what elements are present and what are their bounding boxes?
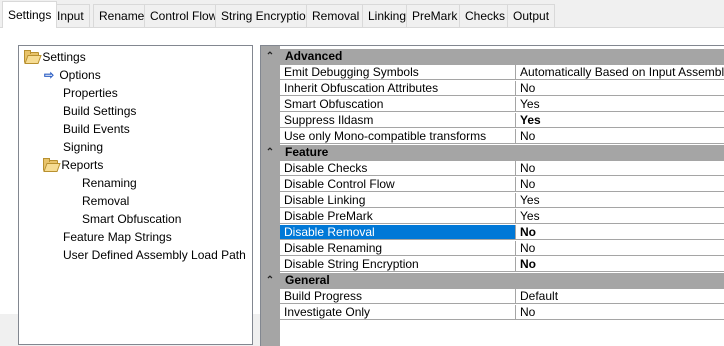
tree-item-settings[interactable]: Settings [24, 48, 86, 66]
tree-item-renaming[interactable]: Renaming [82, 174, 137, 192]
tab-output[interactable]: Output [507, 4, 556, 27]
settings-tree[interactable]: Settings ⇨ Options Properties Build Sett… [18, 45, 253, 345]
property-value[interactable]: Yes [516, 97, 724, 112]
tab-premark[interactable]: PreMark [406, 4, 464, 27]
property-name[interactable]: Disable Checks [280, 161, 516, 176]
property-value[interactable]: No [516, 177, 724, 192]
property-name[interactable]: Smart Obfuscation [280, 97, 516, 112]
collapse-chevron-icon[interactable]: ⌃ [264, 145, 276, 160]
tree-item-label: Options [59, 68, 101, 82]
category-label: Advanced [285, 49, 343, 63]
property-row[interactable]: Use only Mono-compatible transforms No [261, 129, 724, 145]
tab-rename[interactable]: Rename [93, 4, 151, 27]
property-value[interactable]: Default [516, 289, 724, 304]
property-name[interactable]: Inherit Obfuscation Attributes [280, 81, 516, 96]
property-row[interactable]: Disable Checks No [261, 161, 724, 177]
folder-open-icon [24, 50, 42, 64]
property-grid[interactable]: ⌃ Advanced Emit Debugging Symbols Automa… [260, 45, 724, 346]
tab-string-encryption[interactable]: String Encryption [215, 4, 319, 27]
property-name[interactable]: Emit Debugging Symbols [280, 65, 516, 80]
property-value[interactable]: Automatically Based on Input Assemblies [516, 65, 724, 80]
property-value[interactable]: No [516, 305, 724, 320]
property-value[interactable]: No [516, 161, 724, 176]
property-row[interactable]: Build Progress Default [261, 289, 724, 305]
property-row[interactable]: Investigate Only No [261, 305, 724, 321]
property-row-selected[interactable]: Disable Removal No [261, 225, 724, 241]
property-value[interactable]: No [516, 257, 724, 272]
property-name[interactable]: Build Progress [280, 289, 516, 304]
tree-item-label: Settings [42, 50, 86, 64]
property-value[interactable]: No [516, 225, 724, 240]
arrow-right-icon: ⇨ [43, 68, 55, 82]
property-row[interactable]: Disable Linking Yes [261, 193, 724, 209]
property-name[interactable]: Disable Removal [280, 225, 516, 240]
property-row[interactable]: Disable String Encryption No [261, 257, 724, 273]
tree-item-feature-map-strings[interactable]: Feature Map Strings [63, 228, 172, 246]
collapse-chevron-icon[interactable]: ⌃ [264, 273, 276, 288]
tab-strip: Settings Input Rename Control Flow Strin… [0, 0, 724, 28]
property-value[interactable]: Yes [516, 113, 724, 128]
property-row[interactable]: Emit Debugging Symbols Automatically Bas… [261, 65, 724, 81]
property-name[interactable]: Disable Control Flow [280, 177, 516, 192]
category-label: General [285, 273, 330, 287]
property-name[interactable]: Investigate Only [280, 305, 516, 320]
property-name[interactable]: Use only Mono-compatible transforms [280, 129, 516, 144]
tab-control-flow[interactable]: Control Flow [144, 4, 224, 27]
tree-item-build-settings[interactable]: Build Settings [63, 102, 136, 120]
property-row[interactable]: Disable PreMark Yes [261, 209, 724, 225]
tree-item-build-events[interactable]: Build Events [63, 120, 130, 138]
property-name[interactable]: Suppress Ildasm [280, 113, 516, 128]
tab-settings[interactable]: Settings [2, 1, 58, 28]
property-row[interactable]: Disable Renaming No [261, 241, 724, 257]
tree-item-user-defined-assembly-load-path[interactable]: User Defined Assembly Load Path [63, 246, 246, 264]
property-value[interactable]: No [516, 129, 724, 144]
tab-removal[interactable]: Removal [306, 4, 366, 27]
tree-item-properties[interactable]: Properties [63, 84, 118, 102]
property-value[interactable]: Yes [516, 209, 724, 224]
property-value[interactable]: No [516, 81, 724, 96]
category-label: Feature [285, 145, 329, 159]
category-general[interactable]: ⌃ General [261, 273, 724, 289]
property-name[interactable]: Disable Linking [280, 193, 516, 208]
tab-content: Settings ⇨ Options Properties Build Sett… [0, 28, 724, 346]
tree-item-removal[interactable]: Removal [82, 192, 129, 210]
tab-linking[interactable]: Linking [362, 4, 413, 27]
property-row[interactable]: Suppress Ildasm Yes [261, 113, 724, 129]
tab-checks[interactable]: Checks [459, 4, 512, 27]
property-row[interactable]: Smart Obfuscation Yes [261, 97, 724, 113]
tree-item-label: Reports [61, 158, 104, 172]
property-row[interactable]: Inherit Obfuscation Attributes No [261, 81, 724, 97]
tree-item-signing[interactable]: Signing [63, 138, 103, 156]
tree-item-smart-obfuscation[interactable]: Smart Obfuscation [82, 210, 181, 228]
property-name[interactable]: Disable Renaming [280, 241, 516, 256]
property-value[interactable]: No [516, 241, 724, 256]
category-advanced[interactable]: ⌃ Advanced [261, 49, 724, 65]
property-row[interactable]: Disable Control Flow No [261, 177, 724, 193]
tree-item-options[interactable]: ⇨ Options [42, 66, 101, 84]
folder-open-icon [43, 158, 61, 172]
property-name[interactable]: Disable PreMark [280, 209, 516, 224]
category-feature[interactable]: ⌃ Feature [261, 145, 724, 161]
tree-item-reports[interactable]: Reports [43, 156, 103, 174]
property-value[interactable]: Yes [516, 193, 724, 208]
property-name[interactable]: Disable String Encryption [280, 257, 516, 272]
collapse-chevron-icon[interactable]: ⌃ [264, 49, 276, 64]
